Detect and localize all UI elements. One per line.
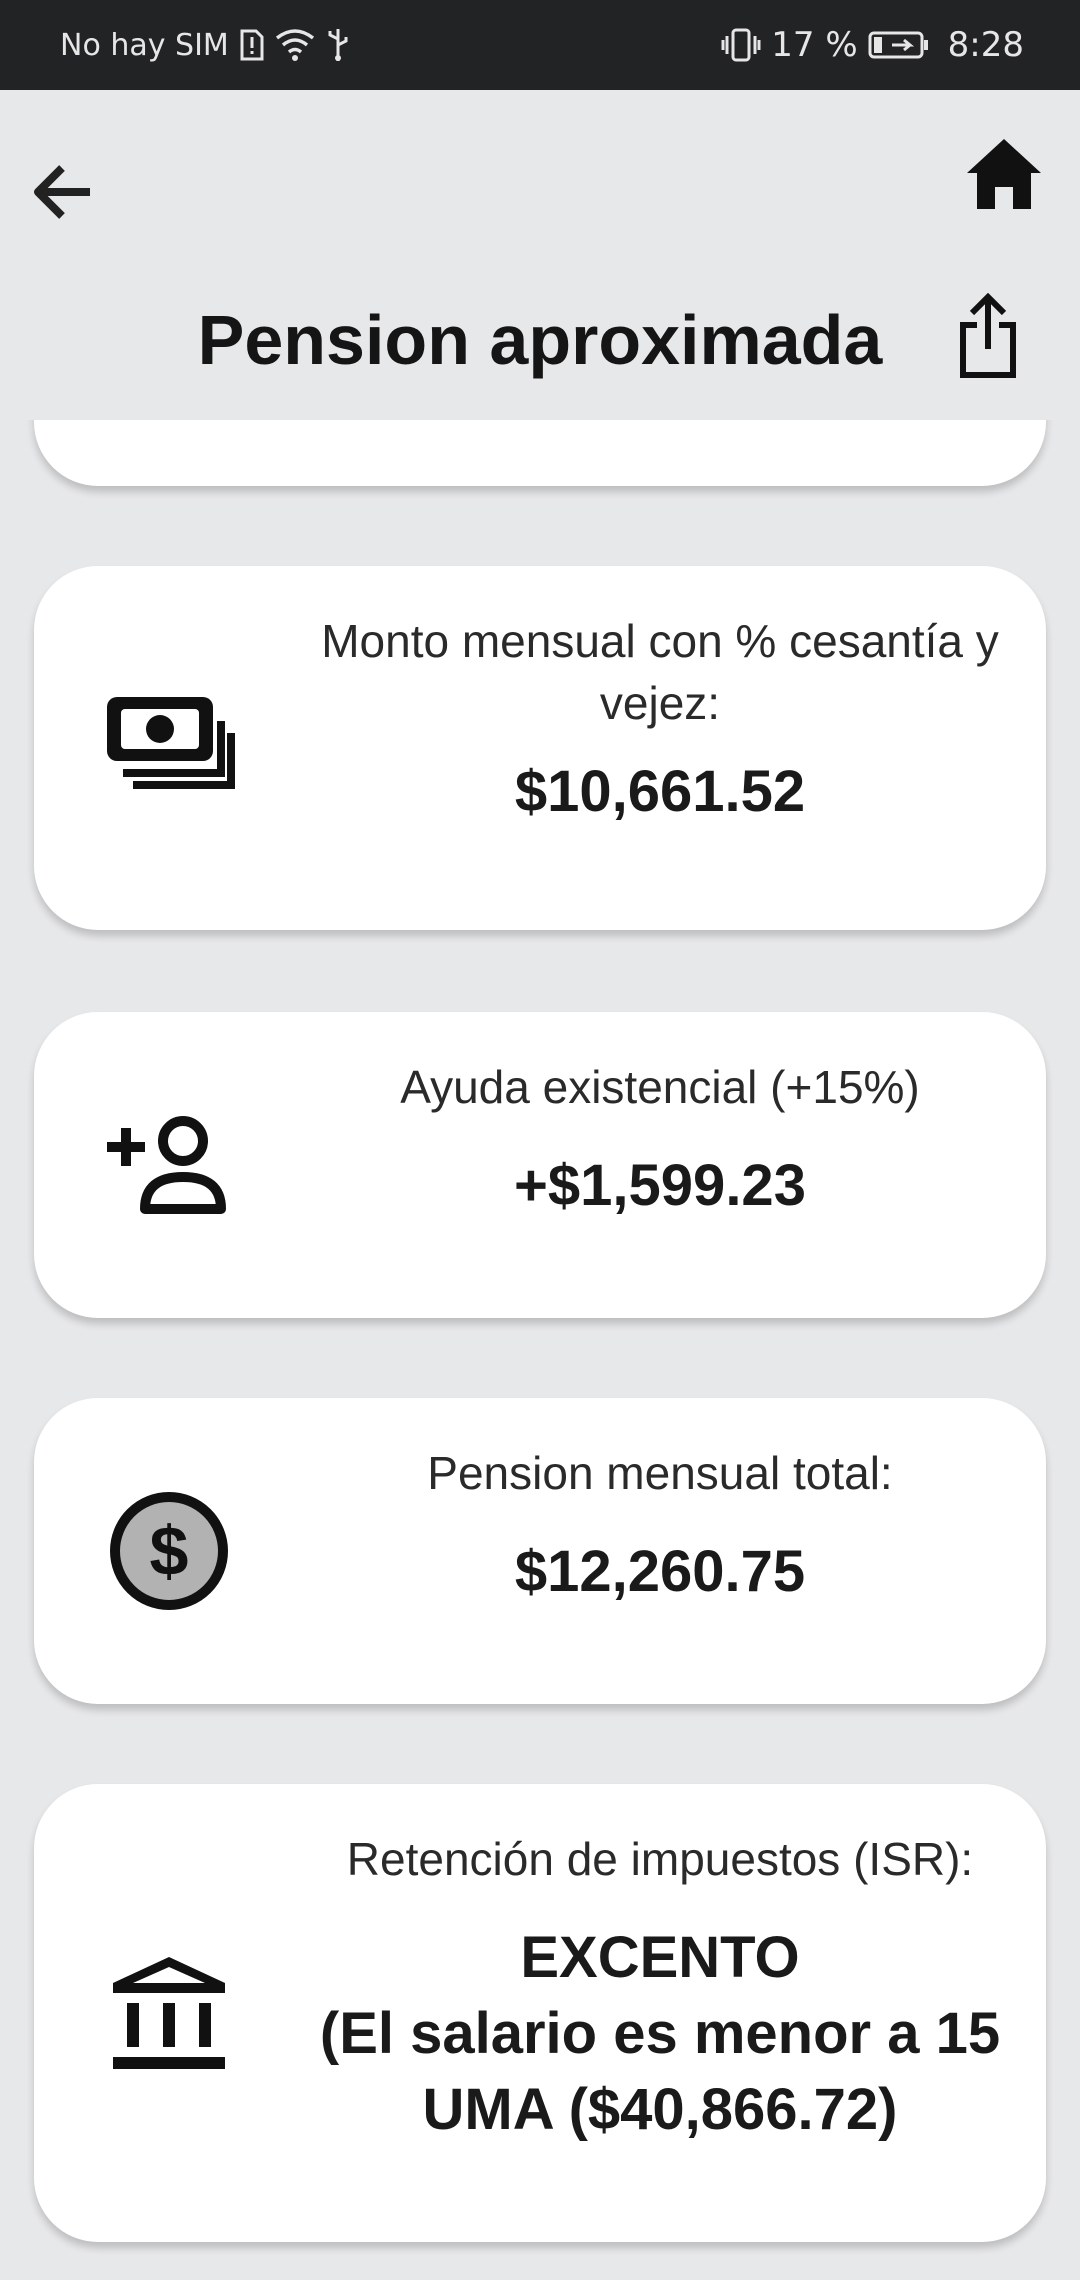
back-button[interactable] bbox=[22, 152, 102, 232]
share-icon bbox=[960, 293, 1016, 378]
status-bar-left: No hay SIM bbox=[60, 27, 351, 63]
tax-withholding-value: EXCENTO (El salario es menor a 15 UMA ($… bbox=[319, 1925, 1001, 2142]
status-bar-right: 17 % 8:28 bbox=[721, 25, 1024, 65]
page-title-text: Pension aproximada bbox=[197, 301, 883, 379]
clock: 8:28 bbox=[947, 25, 1024, 65]
existential-aid-label: Ayuda existencial (+15%) bbox=[400, 1061, 920, 1113]
results-list[interactable]: Monto mensual con % cesantía y vejez: $1… bbox=[0, 420, 1080, 2280]
monthly-amount-value: $10,661.52 bbox=[514, 759, 806, 824]
total-pension-text: Pension mensual total: $12,260.75 bbox=[274, 1442, 1046, 1610]
wifi-icon bbox=[275, 28, 315, 62]
svg-text:$: $ bbox=[150, 1512, 189, 1590]
monthly-amount-card: Monto mensual con % cesantía y vejez: $1… bbox=[34, 566, 1046, 930]
home-button[interactable] bbox=[956, 126, 1052, 222]
status-bar: No hay SIM 17 % 8:28 bbox=[0, 0, 1080, 90]
total-pension-card: $ Pension mensual total: $12,260.75 bbox=[34, 1398, 1046, 1704]
back-arrow-icon bbox=[34, 165, 90, 219]
bank-icon bbox=[94, 1938, 244, 2088]
share-button[interactable] bbox=[948, 288, 1028, 384]
battery-charging-icon bbox=[868, 30, 930, 60]
monthly-amount-label: Monto mensual con % cesantía y vejez: bbox=[321, 615, 999, 729]
home-icon bbox=[967, 139, 1041, 209]
total-pension-label: Pension mensual total: bbox=[427, 1447, 893, 1499]
partial-card bbox=[34, 420, 1046, 486]
dollar-circle-icon: $ bbox=[94, 1476, 244, 1626]
tax-withholding-text: Retención de impuestos (ISR): EXCENTO (E… bbox=[274, 1828, 1046, 2148]
battery-percentage: 17 % bbox=[771, 25, 858, 65]
tax-withholding-label: Retención de impuestos (ISR): bbox=[346, 1833, 974, 1885]
person-add-icon bbox=[94, 1090, 244, 1240]
existential-aid-card: Ayuda existencial (+15%) +$1,599.23 bbox=[34, 1012, 1046, 1318]
carrier-label: No hay SIM bbox=[60, 27, 229, 63]
total-pension-value: $12,260.75 bbox=[514, 1539, 806, 1604]
vibrate-icon bbox=[721, 28, 761, 62]
page-title: Pension aproximada bbox=[0, 300, 1080, 380]
existential-aid-text: Ayuda existencial (+15%) +$1,599.23 bbox=[274, 1056, 1046, 1224]
tax-withholding-card: Retención de impuestos (ISR): EXCENTO (E… bbox=[34, 1784, 1046, 2242]
existential-aid-value: +$1,599.23 bbox=[514, 1153, 806, 1218]
usb-icon bbox=[325, 27, 351, 63]
money-bills-icon bbox=[94, 666, 244, 816]
monthly-amount-text: Monto mensual con % cesantía y vejez: $1… bbox=[274, 610, 1046, 830]
app-bar: Pension aproximada bbox=[0, 90, 1080, 420]
sim-alert-icon bbox=[239, 29, 265, 61]
